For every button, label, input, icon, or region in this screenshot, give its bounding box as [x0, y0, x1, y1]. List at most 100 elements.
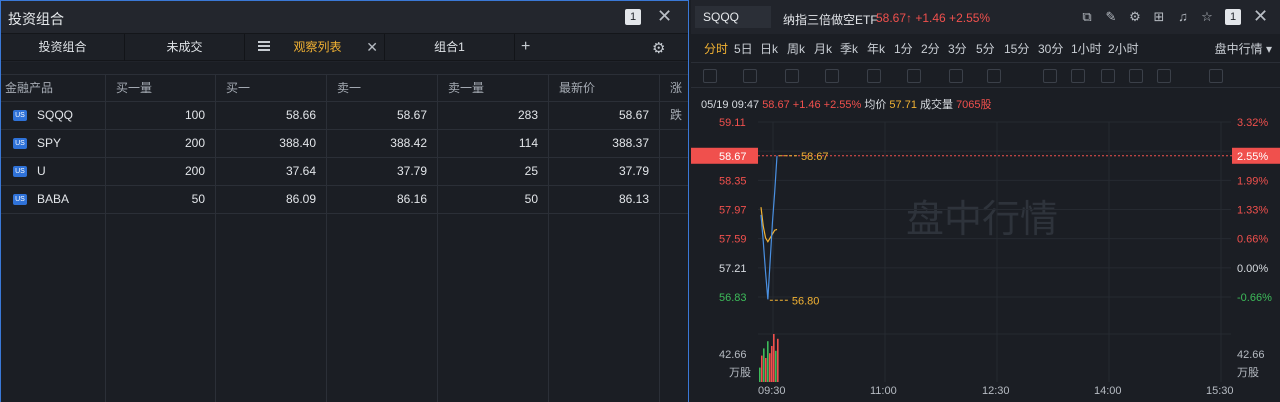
ray-tool-icon[interactable]	[743, 69, 757, 83]
pct-axis-label: 0.66%	[1237, 234, 1268, 246]
ticker-input[interactable]: SQQQ	[695, 6, 771, 28]
volume-label: 成交量	[920, 99, 953, 111]
grid-icon[interactable]: ⊞	[1151, 9, 1167, 25]
period-year[interactable]: 年k	[867, 40, 885, 57]
close-icon[interactable]: ✕	[1253, 6, 1268, 26]
table-row[interactable]: US BABA 50 86.09 86.16 50 86.13	[1, 186, 688, 214]
bell-icon[interactable]: ♫	[1175, 9, 1191, 25]
us-market-badge: US	[13, 194, 27, 205]
period-day[interactable]: 日k	[760, 40, 778, 57]
ask-vol: 114	[518, 136, 538, 150]
tab-portfolio[interactable]: 投资组合	[1, 34, 125, 61]
tab-watchlist[interactable]: 观察列表 ✕	[245, 34, 385, 61]
time-axis-label: 12:30	[982, 385, 1010, 397]
shape-tool-icon[interactable]	[907, 69, 921, 83]
bid: 86.09	[285, 192, 316, 206]
price-axis-label: 57.97	[719, 205, 747, 217]
volume-value: 7065股	[956, 99, 992, 111]
tab-group1[interactable]: 组合1	[385, 34, 515, 61]
period-1m[interactable]: 1分	[894, 40, 913, 57]
volume-bar	[777, 338, 779, 382]
price-axis-label: 59.11	[719, 117, 746, 129]
intraday-chart[interactable]: 盘中行情 59.11 3.32% 58.35 1.99% 57.97 1.33% 57.59…	[691, 112, 1280, 402]
pct-axis-label: 1.33%	[1237, 205, 1268, 217]
volume-bar	[773, 334, 775, 382]
edit-icon[interactable]: ✎	[1103, 9, 1119, 25]
volume-bar	[771, 346, 773, 382]
period-month[interactable]: 月k	[814, 40, 832, 57]
table-row[interactable]: US SQQQ 100 58.66 58.67 283 58.67	[1, 102, 688, 130]
chart-icon[interactable]: ⧉	[1079, 9, 1095, 25]
tab-pending[interactable]: 未成交	[125, 34, 245, 61]
current-price-label: 58.67	[719, 151, 747, 163]
volume-unit-label-right: 万股	[1237, 366, 1259, 379]
period-30m[interactable]: 30分	[1038, 40, 1063, 57]
header-ask-vol[interactable]: 卖一量	[448, 75, 484, 102]
gear-icon[interactable]: ⚙	[652, 39, 665, 57]
period-5m[interactable]: 5分	[976, 40, 995, 57]
watchlist-table: 金融产品 买一量 买一 卖一 卖一量 最新价 涨跌 US SQQQ 100 58…	[1, 62, 688, 402]
period-1h[interactable]: 1小时	[1071, 40, 1102, 57]
close-icon[interactable]: ✕	[657, 6, 672, 26]
header-last[interactable]: 最新价	[559, 75, 595, 102]
header-instrument[interactable]: 金融产品	[5, 75, 53, 102]
window-count-badge[interactable]: 1	[1225, 9, 1241, 25]
last-price: 37.79	[618, 164, 649, 178]
volume-axis-label-right: 42.66	[1237, 349, 1265, 361]
instrument-price: 58.67↑ +1.46 +2.55%	[876, 11, 991, 25]
pattern-tool-icon[interactable]	[785, 69, 799, 83]
line-tool-icon[interactable]	[703, 69, 717, 83]
star-icon[interactable]: ☆	[1199, 9, 1215, 25]
low-marker-label: 56.80	[792, 295, 820, 307]
table-row[interactable]: US U 200 37.64 37.79 25 37.79	[1, 158, 688, 186]
pct-axis-label: 0.00%	[1237, 263, 1268, 275]
period-week[interactable]: 周k	[787, 40, 805, 57]
fib-tool-icon[interactable]	[825, 69, 839, 83]
price-axis-label: 57.59	[719, 234, 747, 246]
copy-tool-icon[interactable]	[1157, 69, 1171, 83]
quote-info-line: 05/19 09:47 58.67 +1.46 +2.55% 均价 57.71 …	[701, 96, 992, 112]
close-tab-icon[interactable]: ✕	[366, 34, 378, 61]
image-tool-icon[interactable]	[949, 69, 963, 83]
ask: 86.16	[396, 192, 427, 206]
portfolio-panel: 投资组合 1 ✕ 投资组合 未成交 观察列表 ✕ 组合1 + ⚙ 金融产品 买一…	[0, 0, 689, 402]
period-2h[interactable]: 2小时	[1108, 40, 1139, 57]
bid-vol: 50	[191, 192, 205, 206]
volume-unit-label: 万股	[729, 366, 751, 379]
quote-panel: SQQQ 纳指三倍做空ETF 58.67↑ +1.46 +2.55% ⧉ ✎ ⚙…	[691, 0, 1280, 402]
period-quarter[interactable]: 季k	[840, 40, 858, 57]
period-15m[interactable]: 15分	[1004, 40, 1029, 57]
ask-vol: 283	[517, 108, 538, 122]
header-change[interactable]: 涨跌	[670, 75, 688, 122]
table-row[interactable]: US SPY 200 388.40 388.42 114 388.37	[1, 130, 688, 158]
time-axis-label: 15:30	[1206, 385, 1234, 397]
header-bid-vol[interactable]: 买一量	[116, 75, 152, 102]
trash-icon[interactable]	[1209, 69, 1223, 83]
header-ask[interactable]: 卖一	[337, 75, 361, 102]
portfolio-title: 投资组合	[8, 11, 64, 27]
avg-label: 均价	[864, 99, 887, 111]
window-count-badge[interactable]: 1	[625, 9, 641, 25]
symbol: U	[37, 164, 46, 178]
period-2m[interactable]: 2分	[921, 40, 940, 57]
volume-bar	[763, 348, 765, 382]
menu-icon[interactable]	[258, 41, 270, 51]
pen-tool-icon[interactable]	[1043, 69, 1057, 83]
layers-tool-icon[interactable]	[1129, 69, 1143, 83]
header-bid[interactable]: 买一	[226, 75, 250, 102]
period-5d[interactable]: 5日	[734, 40, 753, 57]
volume-bar	[775, 350, 777, 382]
lock-tool-icon[interactable]	[1071, 69, 1085, 83]
plus-icon[interactable]: +	[521, 38, 530, 56]
chart-watermark: 盘中行情	[906, 197, 1058, 241]
gear-icon[interactable]: ⚙	[1127, 9, 1143, 25]
portfolio-tabs: 投资组合 未成交 观察列表 ✕ 组合1 + ⚙	[1, 33, 688, 61]
cursor-tool-icon[interactable]	[867, 69, 881, 83]
volume-axis-label: 42.66	[719, 349, 747, 361]
period-intraday[interactable]: 分时	[704, 40, 728, 57]
portfolio-header: 投资组合 1 ✕	[1, 1, 688, 33]
hide-tool-icon[interactable]	[1101, 69, 1115, 83]
mode-dropdown[interactable]: 盘中行情 ▾	[1215, 40, 1272, 57]
period-3m[interactable]: 3分	[948, 40, 967, 57]
magnet-tool-icon[interactable]	[987, 69, 1001, 83]
